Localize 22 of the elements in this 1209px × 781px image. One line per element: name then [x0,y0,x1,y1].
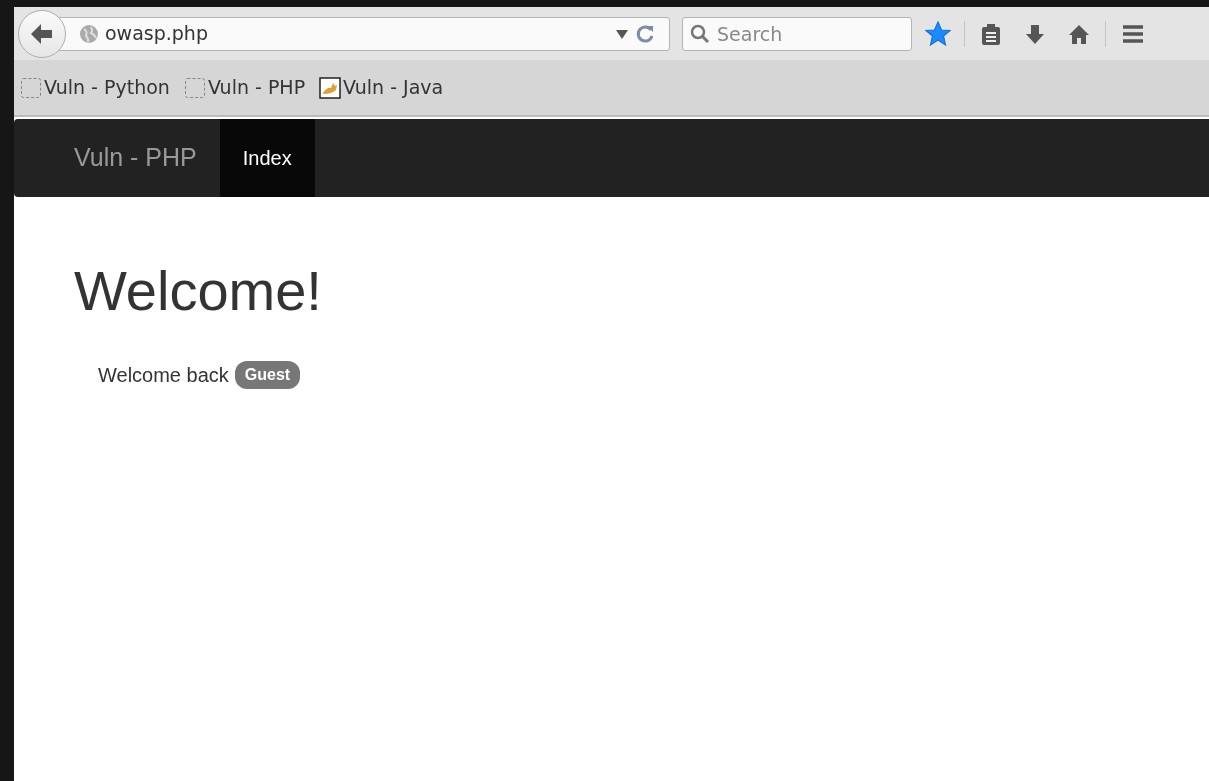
download-icon[interactable] [1024,22,1046,45]
nav-link[interactable]: Index [219,119,315,197]
bookmark-item[interactable]: Vuln - Python [20,73,170,102]
menu-icon[interactable] [1121,22,1143,45]
page-heading: Welcome! [74,258,323,324]
home-icon[interactable] [1068,22,1090,45]
dropdown-icon[interactable] [615,27,629,40]
reload-icon[interactable] [635,23,655,44]
blank-page-icon [20,76,42,99]
star-icon[interactable] [925,20,951,47]
bookmark-item[interactable]: Vuln - PHP [183,73,306,102]
globe-icon [79,23,99,44]
user-badge: Guest [234,361,301,390]
brand-link[interactable]: Vuln - PHP [74,119,220,197]
welcome-text: Welcome back [98,363,229,389]
blank-page-icon [183,76,206,99]
back-arrow-icon[interactable] [30,22,54,45]
search-field[interactable]: Search [682,16,912,51]
back-button[interactable] [18,9,66,58]
reading-list-icon[interactable] [980,22,1002,45]
url-text: owasp.php [105,21,209,47]
bookmark-item[interactable]: Vuln - Java [319,73,444,102]
